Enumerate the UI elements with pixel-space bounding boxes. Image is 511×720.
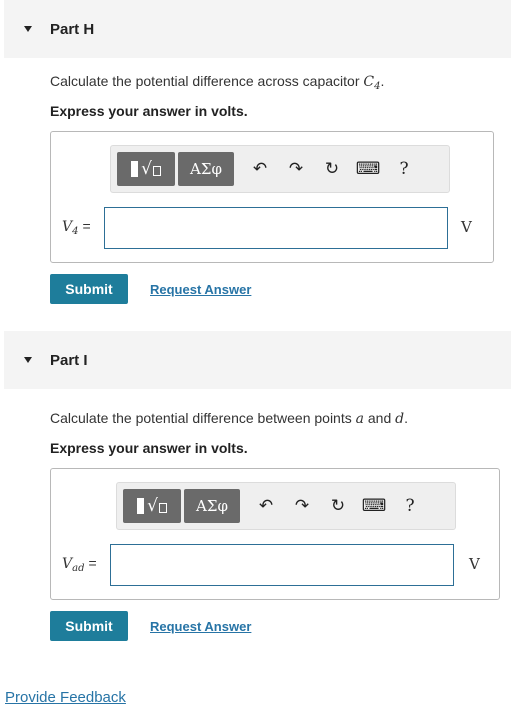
keyboard-icon[interactable]: ⌨: [356, 489, 392, 523]
reset-icon[interactable]: ↻: [314, 152, 350, 186]
reset-icon[interactable]: ↻: [320, 489, 356, 523]
part-i-title: Part I: [50, 351, 88, 369]
template-box-icon: [152, 166, 161, 176]
part-i-unit: V: [469, 555, 480, 573]
part-h-unit: V: [461, 218, 472, 236]
part-i-prompt-and: and: [367, 410, 392, 426]
part-i-point-d: d: [395, 411, 405, 427]
part-i-submit-button[interactable]: Submit: [50, 611, 128, 641]
part-h-request-answer-link[interactable]: Request Answer: [150, 282, 251, 297]
redo-icon[interactable]: ↷: [278, 152, 314, 186]
part-i-math-toolbar: √ ΑΣφ ↶ ↷ ↻ ⌨ ?: [116, 482, 456, 530]
template-block-icon: [137, 498, 145, 514]
part-h-prompt-end: .: [380, 73, 385, 89]
radical-icon: √: [141, 159, 152, 179]
radical-icon: √: [147, 496, 158, 516]
part-i-prompt: Calculate the potential difference betwe…: [50, 410, 408, 427]
part-h-math-toolbar: √ ΑΣφ ↶ ↷ ↻ ⌨ ?: [110, 145, 450, 193]
part-h-var-sub: 4: [72, 226, 79, 237]
part-i-prompt-text: Calculate the potential difference betwe…: [50, 410, 352, 426]
greek-symbols-button[interactable]: ΑΣφ: [178, 152, 234, 186]
part-h-prompt: Calculate the potential difference acros…: [50, 73, 384, 92]
part-h-header[interactable]: Part H: [4, 0, 511, 58]
template-box-icon: [158, 503, 167, 513]
part-i-instruction: Express your answer in volts.: [50, 440, 248, 456]
part-h-var: V: [62, 219, 73, 235]
part-h-submit-button[interactable]: Submit: [50, 274, 128, 304]
part-i-equals: =: [88, 555, 97, 571]
collapse-caret-icon[interactable]: [24, 26, 32, 32]
part-i-variable-label: Vad =: [62, 555, 97, 574]
help-icon[interactable]: ?: [392, 489, 428, 523]
redo-icon[interactable]: ↷: [284, 489, 320, 523]
part-h-instruction: Express your answer in volts.: [50, 103, 248, 119]
part-h-equals: =: [82, 218, 91, 234]
part-h-answer-input[interactable]: [104, 207, 448, 249]
part-i-var-sub: ad: [72, 563, 85, 574]
undo-icon[interactable]: ↶: [242, 152, 278, 186]
collapse-caret-icon[interactable]: [24, 357, 32, 363]
templates-button[interactable]: √: [117, 152, 175, 186]
keyboard-icon[interactable]: ⌨: [350, 152, 386, 186]
part-i-answer-input[interactable]: [110, 544, 454, 586]
templates-button[interactable]: √: [123, 489, 181, 523]
part-i-request-answer-link[interactable]: Request Answer: [150, 619, 251, 634]
part-i-point-a: a: [355, 411, 364, 427]
part-h-variable-label: V4 =: [62, 218, 91, 237]
part-i-prompt-end: .: [404, 410, 408, 426]
help-icon[interactable]: ?: [386, 152, 422, 186]
part-h-prompt-text: Calculate the potential difference acros…: [50, 73, 360, 89]
undo-icon[interactable]: ↶: [248, 489, 284, 523]
provide-feedback-link[interactable]: Provide Feedback: [5, 689, 126, 706]
part-i-header[interactable]: Part I: [4, 331, 511, 389]
part-h-title: Part H: [50, 20, 95, 38]
part-i-var: V: [62, 556, 73, 572]
greek-symbols-button[interactable]: ΑΣφ: [184, 489, 240, 523]
template-block-icon: [131, 161, 139, 177]
part-h-prompt-var: C: [363, 74, 375, 90]
